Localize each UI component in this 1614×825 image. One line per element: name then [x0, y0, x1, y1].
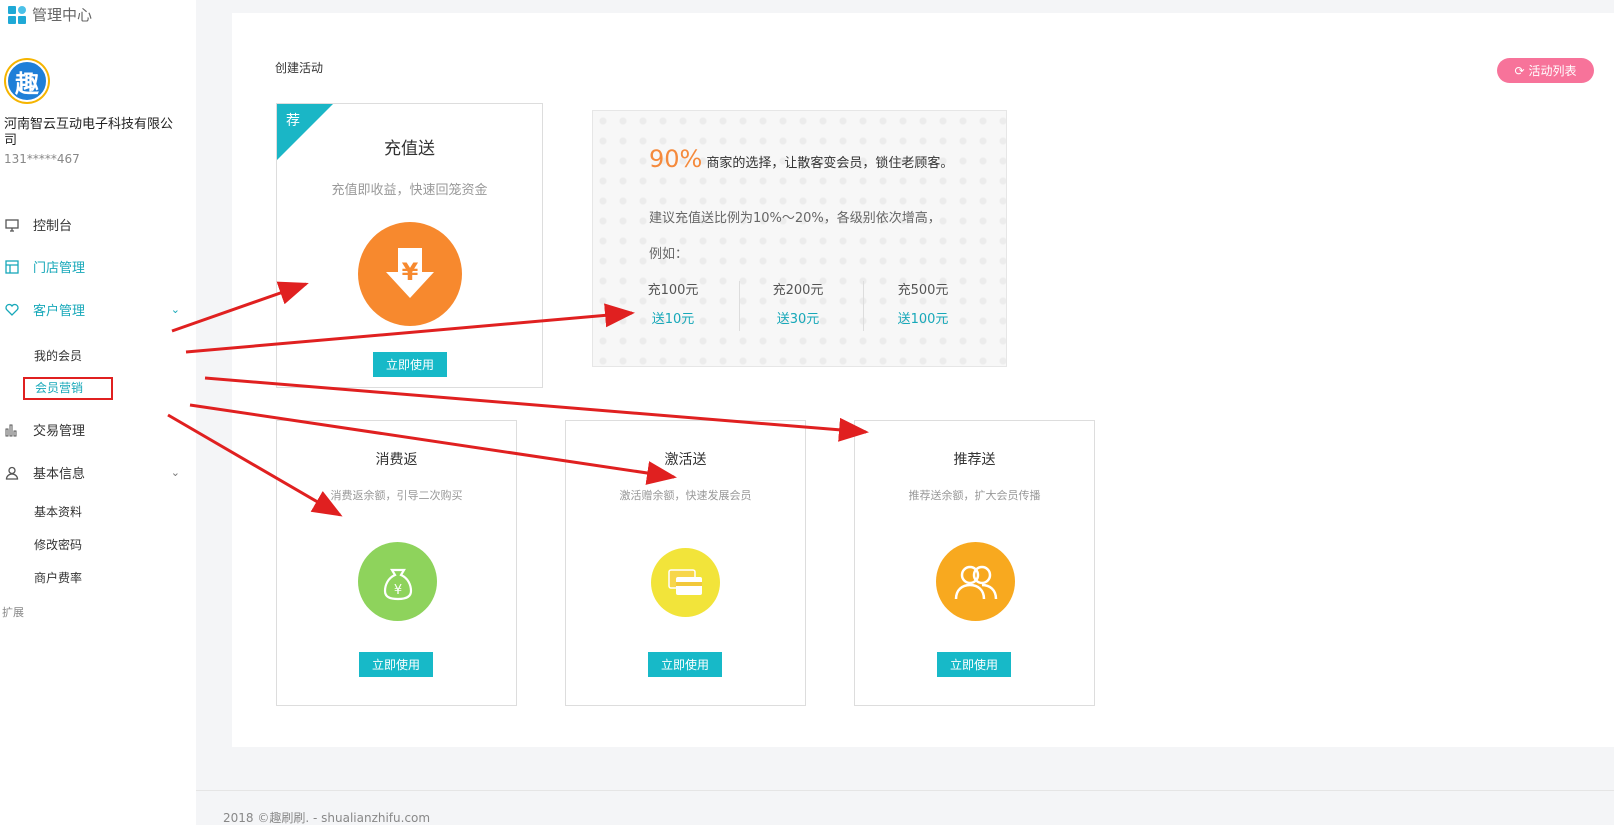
card-desc: 激活赠余额，快速发展会员	[619, 489, 752, 502]
refresh-icon: ⟳	[1514, 63, 1525, 78]
referral-use-button[interactable]: 立即使用	[937, 652, 1011, 677]
svg-text:¥: ¥	[393, 583, 401, 598]
activation-use-button[interactable]: 立即使用	[648, 652, 722, 677]
monitor-icon	[5, 218, 19, 232]
info-tip: 建议充值送比例为10%～20%，各级别依次增高，	[649, 211, 941, 226]
page-title: 创建活动	[275, 61, 324, 75]
example-2: 充200元 送30元	[748, 279, 848, 327]
nav-console-label: 控制台	[33, 219, 73, 234]
card-desc: 消费返余额，引导二次购买	[330, 489, 463, 502]
recharge-desc: 充值即收益，快速回笼资金	[331, 183, 488, 198]
money-bag-icon: ¥	[358, 542, 437, 621]
nav-customer-label: 客户管理	[33, 304, 86, 319]
nav-console[interactable]: 控制台	[5, 215, 180, 234]
sub-change-password[interactable]: 修改密码	[34, 536, 82, 553]
divider	[739, 281, 740, 331]
yen-arrow-icon: ¥	[358, 222, 462, 326]
nav-basic-info-label: 基本信息	[33, 467, 86, 482]
consume-return-card: 消费返 消费返余额，引导二次购买 ¥ 立即使用	[276, 420, 517, 706]
sub-merchant-rate[interactable]: 商户费率	[34, 569, 82, 586]
nav-store-label: 门店管理	[33, 261, 86, 276]
example-charge: 充200元	[772, 283, 824, 298]
recharge-title: 充值送	[384, 139, 435, 159]
company-name: 河南智云互动电子科技有限公司	[4, 117, 174, 148]
sub-member-marketing[interactable]: 会员营销	[23, 377, 113, 400]
divider	[863, 281, 864, 331]
chevron-down-icon[interactable]: ⌄	[171, 466, 180, 479]
example-bonus: 送10元	[651, 312, 695, 327]
example-charge: 充500元	[897, 283, 949, 298]
example-bonus: 送100元	[897, 312, 949, 327]
recharge-card: 荐 充值送 充值即收益，快速回笼资金 ¥ 立即使用	[276, 103, 543, 388]
consume-return-use-button[interactable]: 立即使用	[359, 652, 433, 677]
recharge-info-box: 90% 商家的选择，让散客变会员，锁住老顾客。 建议充值送比例为10%～20%，各…	[592, 110, 1007, 367]
card-title: 推荐送	[953, 452, 996, 468]
nav-basic-info[interactable]: 基本信息 ⌄	[5, 463, 180, 482]
card-title: 激活送	[664, 452, 707, 468]
chevron-down-icon[interactable]: ⌄	[171, 303, 180, 316]
info-percent-line: 90% 商家的选择，让散客变会员，锁住老顾客。	[649, 145, 953, 173]
sub-basic-profile[interactable]: 基本资料	[34, 503, 82, 520]
heart-icon	[5, 303, 19, 316]
example-3: 充500元 送100元	[873, 279, 973, 327]
sub-my-members[interactable]: 我的会员	[34, 347, 82, 364]
card-icon	[651, 548, 720, 617]
nav-trade[interactable]: 交易管理	[5, 420, 180, 439]
grid-icon	[8, 5, 26, 24]
avatar[interactable]: 趣	[6, 60, 48, 102]
svg-text:¥: ¥	[402, 258, 419, 286]
nav-trade-label: 交易管理	[33, 424, 86, 439]
info-percent: 90%	[649, 145, 703, 173]
brand: 管理中心	[8, 4, 92, 25]
nav-customer[interactable]: 客户管理 ⌄	[5, 300, 180, 319]
nav-store[interactable]: 门店管理	[5, 257, 180, 276]
example-charge: 充100元	[647, 283, 699, 298]
referral-card: 推荐送 推荐送余额，扩大会员传播 立即使用	[854, 420, 1095, 706]
info-example-label: 例如：	[649, 247, 689, 262]
brand-title: 管理中心	[32, 6, 93, 24]
activity-list-label: 活动列表	[1528, 64, 1577, 78]
footer-divider	[196, 790, 1614, 791]
store-icon	[5, 259, 19, 274]
account-phone: 131*****467	[4, 152, 80, 166]
bar-chart-icon	[5, 424, 17, 436]
card-desc: 推荐送余额，扩大会员传播	[908, 489, 1041, 502]
activity-list-button[interactable]: ⟳ 活动列表	[1497, 58, 1594, 83]
extension-label[interactable]: 扩展	[2, 604, 24, 620]
user-icon	[5, 466, 19, 480]
recommend-badge: 荐	[286, 113, 300, 129]
example-bonus: 送30元	[776, 312, 820, 327]
recharge-use-button[interactable]: 立即使用	[373, 352, 447, 377]
info-percent-text: 商家的选择，让散客变会员，锁住老顾客。	[706, 156, 954, 171]
users-icon	[936, 542, 1015, 621]
card-title: 消费返	[375, 452, 418, 468]
example-1: 充100元 送10元	[623, 279, 723, 327]
activation-card: 激活送 激活赠余额，快速发展会员 立即使用	[565, 420, 806, 706]
footer: 2018 ©趣刷刷. - shualianzhifu.com	[223, 811, 431, 825]
sidebar: 管理中心 趣 河南智云互动电子科技有限公司 131*****467 控制台 门店…	[0, 0, 196, 825]
